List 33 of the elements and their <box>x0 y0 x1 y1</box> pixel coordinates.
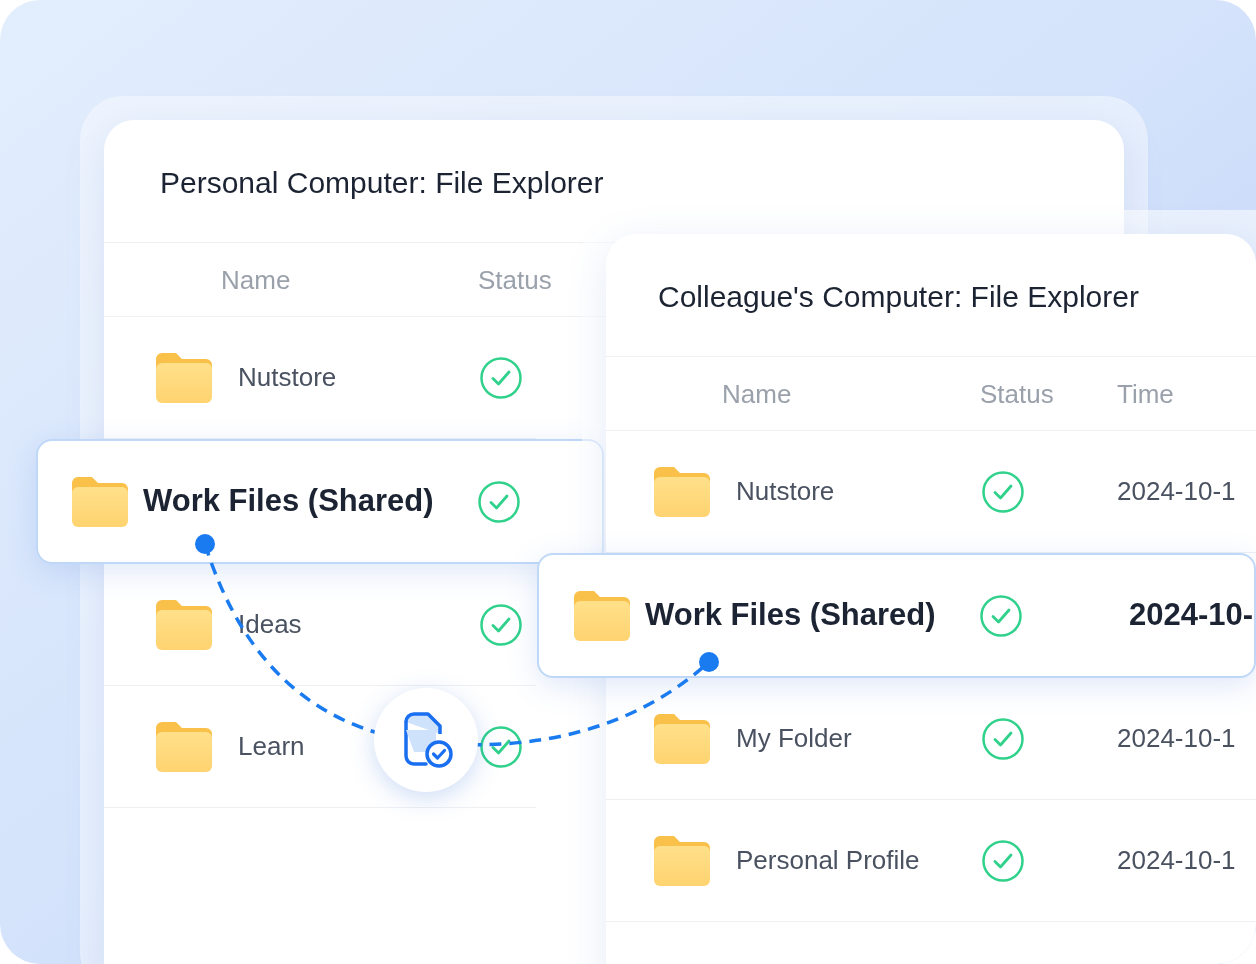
folder-row[interactable]: Ideas <box>104 564 536 686</box>
folder-row[interactable]: My Folder 2024-10-1 <box>606 678 1256 800</box>
folder-icon <box>654 713 710 764</box>
column-header: Status <box>980 380 1054 407</box>
folder-name: Ideas <box>238 608 302 641</box>
window-title: Personal Computer: File Explorer <box>159 165 605 198</box>
shared-folder-row[interactable]: Work Files (Shared) 2024-10- <box>537 553 1256 678</box>
folder-name: My Folder <box>736 722 852 755</box>
folder-name: Learn <box>238 730 305 763</box>
shared-folder-row[interactable]: Work Files (Shared) <box>36 439 604 564</box>
modified-time: 2024-10-1 <box>1117 475 1236 508</box>
folder-icon <box>574 590 630 641</box>
folder-row[interactable]: Personal Profile 2024-10-1 <box>606 800 1256 922</box>
folder-icon <box>156 721 212 772</box>
folder-icon <box>654 466 710 517</box>
folder-name: Work Files (Shared) <box>143 482 434 521</box>
folder-name: Nutstore <box>238 361 337 394</box>
folder-icon <box>654 835 710 886</box>
modified-time: 2024-10- <box>1129 596 1254 635</box>
folder-icon <box>156 599 212 650</box>
column-header: Name <box>221 266 291 293</box>
folder-row[interactable]: Nutstore <box>104 317 536 439</box>
folder-name: Personal Profile <box>736 844 920 877</box>
folder-icon <box>156 352 212 403</box>
window-title: Colleague's Computer: File Explorer <box>657 279 1140 312</box>
column-header: Time <box>1117 380 1174 407</box>
column-header: Status <box>478 266 552 293</box>
folder-name: Nutstore <box>736 475 835 508</box>
folder-name: Work Files (Shared) <box>645 596 936 635</box>
folder-icon <box>72 476 128 527</box>
modified-time: 2024-10-1 <box>1117 722 1236 755</box>
modified-time: 2024-10-1 <box>1117 844 1236 877</box>
column-header: Name <box>722 380 792 407</box>
